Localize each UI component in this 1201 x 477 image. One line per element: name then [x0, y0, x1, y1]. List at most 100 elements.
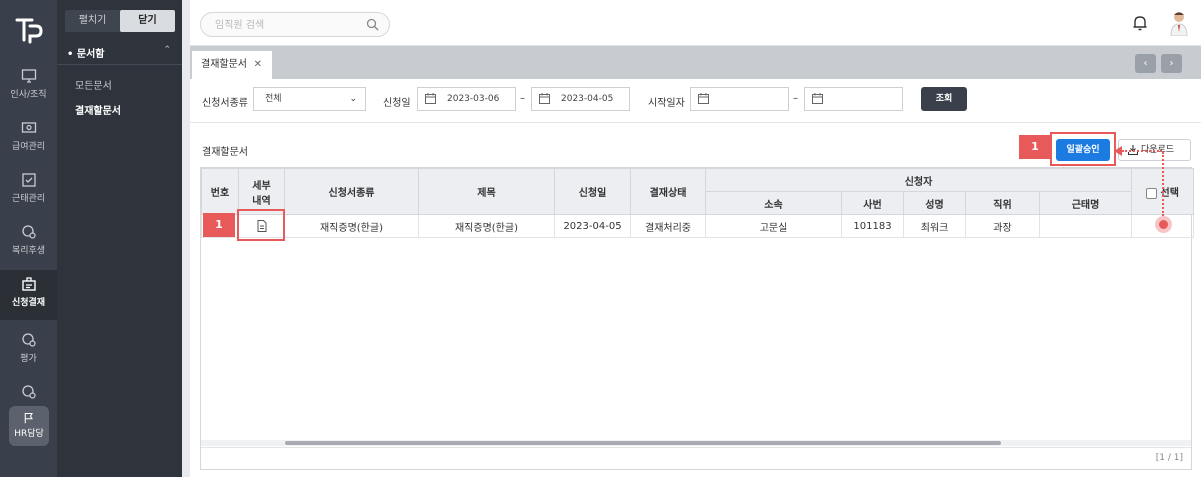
- rail-item-evaluation[interactable]: 평가: [0, 326, 57, 376]
- rail-item-hr-org[interactable]: 인사/조직: [0, 62, 57, 112]
- rail-item-payroll[interactable]: 급여관리: [0, 114, 57, 164]
- tab-strip: 결재할문서 ✕ ‹ ›: [190, 46, 1201, 79]
- apply-date-from-value: 2023-03-06: [447, 94, 500, 104]
- col-header-dept[interactable]: 소속: [705, 191, 842, 215]
- rail-label: 복리후생: [11, 246, 46, 256]
- annotation-connector: [1122, 150, 1162, 152]
- rail-item-attendance[interactable]: 근태관리: [0, 166, 57, 216]
- grid-footer: [1 / 1]: [201, 447, 1191, 469]
- settings-badge-icon: [21, 385, 36, 399]
- tab-to-approve[interactable]: 결재할문서 ✕: [192, 51, 272, 79]
- apply-date-to[interactable]: 2023-04-05: [531, 87, 630, 111]
- hr-manager-label: HR담당: [14, 429, 44, 439]
- cell-dept: 고문실: [705, 214, 842, 238]
- apply-date-label: 신청일: [383, 98, 411, 109]
- col-header-detail[interactable]: 세부 내역: [238, 168, 285, 215]
- search-icon[interactable]: [366, 18, 379, 31]
- rail-item-approval[interactable]: 신청결재: [0, 270, 57, 320]
- avatar[interactable]: [1168, 10, 1190, 36]
- cell-emp-no: 101183: [841, 214, 904, 238]
- start-date-to[interactable]: [804, 87, 903, 111]
- search-input[interactable]: [215, 17, 355, 33]
- cell-name: 최워크: [903, 214, 966, 238]
- search-button[interactable]: 조회: [921, 87, 967, 111]
- date-range-dash: –: [520, 93, 525, 104]
- top-bar: [190, 0, 1201, 46]
- cell-position: 과장: [965, 214, 1040, 238]
- cell-work-name: [1038, 214, 1133, 238]
- hr-manager-button[interactable]: HR담당: [9, 406, 49, 446]
- sidebar-item-all-docs[interactable]: 모든문서: [75, 77, 112, 92]
- annotation-step-badge: 1: [1019, 135, 1051, 159]
- calendar-check-icon: [21, 173, 36, 187]
- bell-icon[interactable]: [1132, 14, 1148, 32]
- document-table: 번호 세부 내역 신청서종류 제목 신청일 결재상태 신청자 선택 소속 사번 …: [201, 168, 1195, 238]
- tab-next-button[interactable]: ›: [1161, 54, 1182, 73]
- filter-bar: 신청서종류 전체 ⌄ 신청일 2023-03-06 – 2023-04-05 시…: [190, 79, 1201, 123]
- date-range-dash: –: [793, 93, 798, 104]
- apply-date-to-value: 2023-04-05: [561, 94, 614, 104]
- sub-sidebar: 펼치기 닫기 • 문서함 ⌃ 모든문서 결재할문서: [57, 0, 182, 477]
- apply-date-from[interactable]: 2023-03-06: [417, 87, 516, 111]
- tab-prev-button[interactable]: ‹: [1135, 54, 1156, 73]
- rail-label: 평가: [20, 354, 37, 364]
- col-header-position[interactable]: 직위: [965, 191, 1040, 215]
- tab-label: 결재할문서: [201, 59, 247, 70]
- col-header-apply-date[interactable]: 신청일: [554, 168, 631, 215]
- col-header-name[interactable]: 성명: [903, 191, 966, 215]
- col-header-title[interactable]: 제목: [418, 168, 555, 215]
- folder-section-label: • 문서함: [67, 49, 105, 60]
- annotation-connector: [1162, 152, 1164, 216]
- col-header-detail-line2: 내역: [252, 195, 271, 207]
- pagination-info: [1 / 1]: [1155, 453, 1183, 463]
- divider: [57, 64, 182, 65]
- annotation-highlight-approve: [1050, 132, 1116, 166]
- rail-item-settings[interactable]: [0, 378, 57, 404]
- annotation-click-marker: [1155, 216, 1172, 233]
- collapse-button[interactable]: 닫기: [120, 10, 175, 32]
- close-icon[interactable]: ✕: [254, 51, 262, 79]
- sidebar-splitter[interactable]: [182, 0, 190, 477]
- annotation-highlight-detail: [237, 209, 285, 241]
- chevron-down-icon: ⌄: [349, 94, 357, 104]
- rail-label: 인사/조직: [10, 90, 47, 100]
- rail-label: 신청결재: [11, 298, 46, 308]
- calendar-icon: [812, 93, 823, 104]
- annotation-step-badge: 1: [203, 213, 235, 237]
- cell-doc-type: 재직증명(한글): [284, 214, 419, 238]
- cell-status: 결재처리중: [630, 214, 706, 238]
- col-header-no[interactable]: 번호: [201, 168, 239, 215]
- flag-icon: [24, 412, 33, 424]
- approval-icon: [21, 277, 36, 291]
- col-header-detail-line1: 세부: [252, 180, 271, 192]
- table-row[interactable]: 재직증명(한글) 재직증명(한글) 2023-04-05 결재처리중 고문실 1…: [201, 214, 1195, 238]
- scroll-thumb[interactable]: [285, 441, 1001, 445]
- cell-title[interactable]: 재직증명(한글): [418, 214, 555, 238]
- expand-button[interactable]: 펼치기: [65, 10, 120, 32]
- cell-apply-date: 2023-04-05: [554, 214, 631, 238]
- money-icon: [21, 122, 36, 133]
- rail-label: 급여관리: [11, 142, 46, 152]
- icon-rail: 인사/조직 급여관리 근태관리 복리후생 신청결재 평가 HR담당: [0, 0, 57, 477]
- sidebar-item-to-approve[interactable]: 결재할문서: [75, 102, 121, 117]
- start-date-from[interactable]: [690, 87, 789, 111]
- col-header-work-name[interactable]: 근태명: [1038, 191, 1133, 215]
- document-grid: 번호 세부 내역 신청서종류 제목 신청일 결재상태 신청자 선택 소속 사번 …: [200, 167, 1195, 470]
- app-root: 인사/조직 급여관리 근태관리 복리후생 신청결재 평가 HR담당 펼치기 닫기…: [0, 0, 1201, 477]
- col-header-status[interactable]: 결재상태: [630, 168, 706, 215]
- section-title: 결재할문서: [202, 147, 248, 158]
- col-header-emp-no[interactable]: 사번: [841, 191, 904, 215]
- col-header-doc-type[interactable]: 신청서종류: [284, 168, 419, 215]
- col-header-applicant: 신청자: [704, 168, 1133, 192]
- select-all-checkbox[interactable]: [1146, 187, 1158, 199]
- horizontal-scrollbar[interactable]: [201, 440, 1191, 446]
- folder-section-header[interactable]: • 문서함 ⌃: [67, 45, 173, 60]
- arrow-left-icon: [1114, 146, 1122, 156]
- benefit-icon: [21, 225, 36, 239]
- evaluation-icon: [21, 333, 36, 347]
- doc-type-value: 전체: [265, 94, 282, 104]
- calendar-icon: [539, 93, 550, 104]
- doc-type-select[interactable]: 전체 ⌄: [253, 87, 366, 111]
- logo-icon[interactable]: [12, 12, 46, 46]
- rail-item-benefits[interactable]: 복리후생: [0, 218, 57, 268]
